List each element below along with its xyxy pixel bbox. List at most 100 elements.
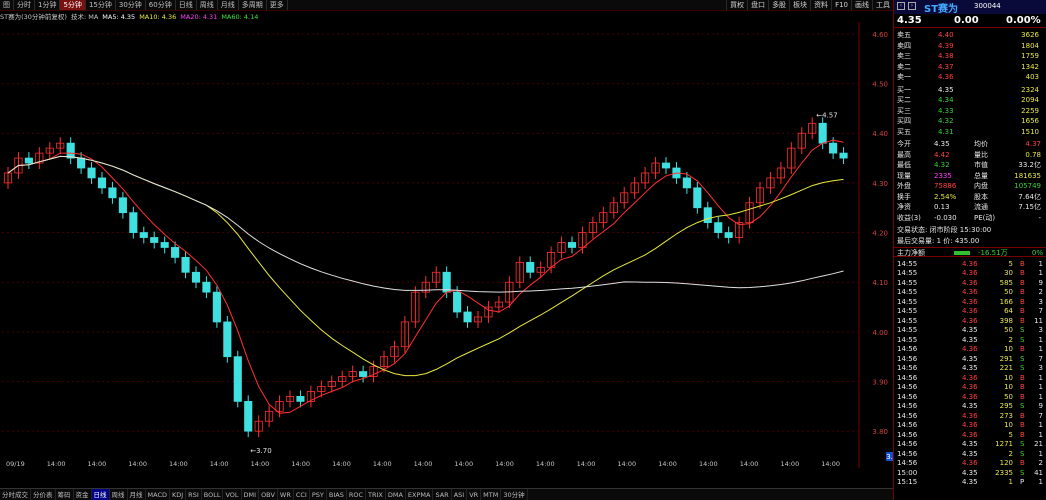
x-tick-label: 14:00 bbox=[577, 460, 596, 468]
ask-row[interactable]: 卖五 4.40 3626 bbox=[894, 30, 1046, 41]
bid-row[interactable]: 买二 4.34 2094 bbox=[894, 95, 1046, 106]
indicator-tab[interactable]: KDJ bbox=[170, 489, 187, 500]
period-tab[interactable]: 多周期 bbox=[239, 0, 267, 10]
indicator-tab[interactable]: 资金 bbox=[74, 489, 92, 500]
indicator-tab[interactable]: BIAS bbox=[327, 489, 347, 500]
bid-label: 买二 bbox=[897, 96, 911, 104]
period-tab[interactable]: 30分钟 bbox=[116, 0, 146, 10]
stock-name: ST赛为 bbox=[924, 4, 959, 15]
ask-price: 4.38 bbox=[938, 52, 954, 60]
indicator-tab[interactable]: RSI bbox=[186, 489, 202, 500]
ask-row[interactable]: 卖四 4.39 1804 bbox=[894, 41, 1046, 52]
indicator-tab[interactable]: OBV bbox=[259, 489, 278, 500]
tick-count: 1 bbox=[1038, 383, 1043, 391]
indicator-tab[interactable]: DMA bbox=[386, 489, 406, 500]
tick-volume: 1 bbox=[1008, 478, 1013, 486]
tick-row: 14:55 4.36 5 B 1 bbox=[894, 260, 1046, 270]
period-tab[interactable]: 5分钟 bbox=[60, 0, 86, 10]
tick-row: 14:56 4.36 5 B 1 bbox=[894, 431, 1046, 441]
tool-button[interactable]: 買权 bbox=[726, 0, 747, 10]
indicator-value: MA5: 4.35 bbox=[102, 13, 136, 21]
indicator-tab[interactable]: EXPMA bbox=[406, 489, 434, 500]
indicator-tab[interactable]: 周线 bbox=[110, 489, 128, 500]
indicator-tab[interactable]: 30分钟 bbox=[501, 489, 528, 500]
tool-button[interactable]: 板块 bbox=[789, 0, 810, 10]
ask-row[interactable]: 卖三 4.38 1759 bbox=[894, 51, 1046, 62]
tick-volume: 10 bbox=[1004, 345, 1013, 353]
indicator-tab[interactable]: 月线 bbox=[128, 489, 146, 500]
indicator-tab[interactable]: SAR bbox=[433, 489, 452, 500]
indicator-tab[interactable]: ASI bbox=[452, 489, 468, 500]
y-tick-label: 4.00 bbox=[872, 329, 888, 337]
period-tab[interactable]: 1分钟 bbox=[35, 0, 61, 10]
candle-body bbox=[526, 261, 535, 273]
ask-row[interactable]: 卖一 4.36 403 bbox=[894, 72, 1046, 83]
indicator-tab[interactable]: VOL bbox=[223, 489, 242, 500]
indicator-tab[interactable]: VR bbox=[467, 489, 482, 500]
tick-count: 7 bbox=[1038, 354, 1043, 363]
indicator-tab[interactable]: PSY bbox=[310, 489, 327, 500]
bid-row[interactable]: 买一 4.35 2324 bbox=[894, 85, 1046, 96]
indicator-tab[interactable]: 筹码 bbox=[56, 489, 74, 500]
stat-value: 4.32 bbox=[934, 161, 950, 169]
indicator-tab[interactable]: MACD bbox=[146, 489, 170, 500]
ask-price: 4.40 bbox=[938, 31, 954, 39]
candle-body bbox=[129, 212, 138, 233]
period-tab[interactable]: 月线 bbox=[218, 0, 239, 10]
next-stock-icon[interactable]: › bbox=[908, 2, 916, 10]
tick-time: 14:56 bbox=[897, 364, 918, 372]
x-tick-label: 14:00 bbox=[373, 460, 392, 468]
indicator-tab[interactable]: TRIX bbox=[366, 489, 386, 500]
tool-button[interactable]: 多股 bbox=[768, 0, 789, 10]
ask-volume: 1342 bbox=[1021, 62, 1039, 71]
stock-code: 300044 bbox=[974, 2, 1001, 10]
indicator-tab[interactable]: 分价表 bbox=[31, 489, 56, 500]
candle-body bbox=[359, 371, 368, 377]
tick-row: 14:56 4.36 10 B 1 bbox=[894, 383, 1046, 393]
indicator-tab[interactable]: WR bbox=[278, 489, 294, 500]
period-tab[interactable]: 分时 bbox=[14, 0, 35, 10]
tick-count: 1 bbox=[1038, 430, 1043, 439]
period-tab[interactable]: 60分钟 bbox=[146, 0, 176, 10]
x-tick-label: 14:00 bbox=[88, 460, 107, 468]
tick-direction: S bbox=[1020, 440, 1025, 448]
ask-row[interactable]: 卖二 4.37 1342 bbox=[894, 62, 1046, 73]
bid-row[interactable]: 买五 4.31 1510 bbox=[894, 127, 1046, 138]
indicator-tab[interactable]: DMI bbox=[242, 489, 260, 500]
candle-body bbox=[714, 222, 723, 233]
tick-time: 14:56 bbox=[897, 345, 918, 353]
bid-row[interactable]: 买三 4.33 2259 bbox=[894, 106, 1046, 117]
candle-body bbox=[244, 400, 253, 432]
indicator-tab[interactable]: ROC bbox=[347, 489, 366, 500]
prev-stock-icon[interactable]: ‹ bbox=[897, 2, 905, 10]
tool-button[interactable]: F10 bbox=[831, 0, 851, 10]
tool-button[interactable]: 工具 bbox=[872, 0, 893, 10]
kline-chart[interactable]: 3.80 3.90 4.00 4.10 4.20 4.30 4.40 4.50 4.60 ←4.5… bbox=[0, 22, 893, 468]
indicator-tab[interactable]: CCI bbox=[294, 489, 310, 500]
tick-volume: 295 bbox=[999, 402, 1013, 410]
period-tab[interactable]: 15分钟 bbox=[86, 0, 116, 10]
tick-count: 7 bbox=[1038, 411, 1043, 420]
candle-body bbox=[442, 271, 451, 293]
indicator-tab[interactable]: 日线 bbox=[91, 489, 110, 500]
candle-body bbox=[818, 122, 827, 144]
period-tab[interactable]: 日线 bbox=[176, 0, 197, 10]
tool-button[interactable]: 资料 bbox=[810, 0, 831, 10]
x-tick-label: 14:00 bbox=[495, 460, 514, 468]
candle-body bbox=[171, 247, 180, 258]
bid-row[interactable]: 买四 4.32 1656 bbox=[894, 116, 1046, 127]
period-tab[interactable]: 更多 bbox=[267, 0, 288, 10]
period-tab[interactable]: 图 bbox=[0, 0, 14, 10]
tool-button[interactable]: 盘口 bbox=[747, 0, 768, 10]
price-tag-label: 3.72 bbox=[886, 453, 893, 461]
indicator-tab[interactable]: 分时成交 bbox=[0, 489, 31, 500]
indicator-tab[interactable]: BOLL bbox=[202, 489, 224, 500]
stat-row: 最高 4.42 量比 0.78 bbox=[894, 150, 1046, 161]
tool-button[interactable]: 画线 bbox=[851, 0, 872, 10]
period-tab[interactable]: 周线 bbox=[197, 0, 218, 10]
indicator-tab[interactable]: MTM bbox=[481, 489, 502, 500]
stat-row: 外盘 75886 内盘 105749 bbox=[894, 181, 1046, 192]
bid-label: 买三 bbox=[897, 106, 911, 115]
tick-price: 4.36 bbox=[962, 392, 978, 401]
tick-volume: 30 bbox=[1004, 269, 1013, 277]
